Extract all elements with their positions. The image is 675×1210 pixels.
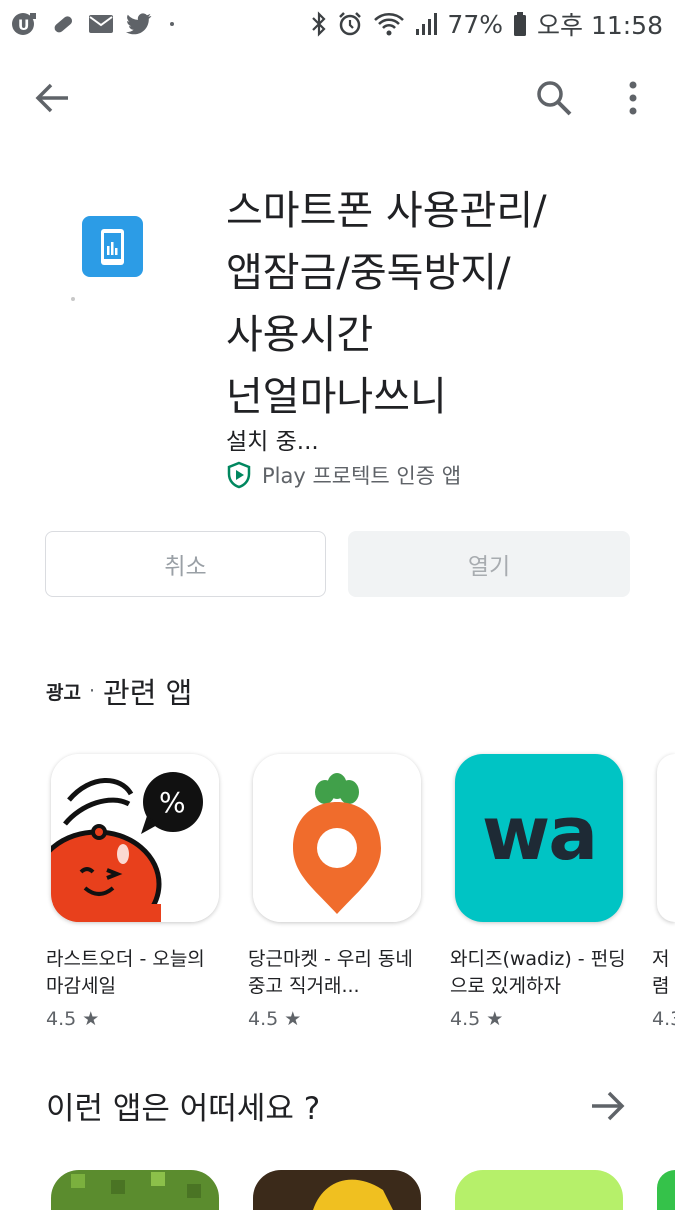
app-title: 스마트폰 사용관리/ 앱잠금/중독방지/ 사용시간 넌얼마나쓰니 <box>226 180 646 428</box>
more-options-button[interactable] <box>618 78 648 118</box>
svg-text:U: U <box>18 18 29 34</box>
app-title-line: 넌얼마나쓰니 <box>226 374 447 420</box>
app-icon <box>82 216 143 277</box>
status-bar: U 77% 오후 11:58 <box>0 0 675 48</box>
app-card-image[interactable] <box>51 1170 219 1210</box>
separator: · <box>88 680 96 702</box>
app-card-image[interactable] <box>253 1170 421 1210</box>
wifi-icon <box>374 13 405 36</box>
battery-icon <box>514 12 526 36</box>
lastorder-logo-icon: % <box>51 754 219 922</box>
carrot-logo-icon <box>253 754 421 922</box>
play-protect-label: Play 프로텍트 인증 앱 <box>262 464 462 488</box>
related-apps-header: 광고 · 관련 앱 <box>46 668 192 714</box>
phone-chart-icon <box>101 229 124 265</box>
signal-icon <box>416 13 438 35</box>
mail-icon <box>89 15 113 33</box>
search-icon <box>537 81 572 116</box>
bluetooth-icon <box>312 11 326 37</box>
rating-value: 4.5 <box>450 1008 481 1030</box>
pill-icon <box>54 16 73 33</box>
app-card-image[interactable]: % <box>51 754 219 922</box>
star-icon: ★ <box>82 1008 100 1030</box>
app-card-image[interactable] <box>657 1170 675 1210</box>
app-title-line: 앱잠금/중독방지/ <box>226 250 511 296</box>
arrow-forward-icon <box>592 1091 625 1121</box>
app-card-name[interactable]: 저렴 통합 <box>652 946 675 1000</box>
rating-value: 4.3 <box>652 1008 675 1030</box>
open-button[interactable]: 열기 <box>348 531 630 597</box>
decorative-dot <box>71 297 75 301</box>
app-title-line: 사용시간 <box>226 312 374 358</box>
arrow-back-icon <box>35 83 68 113</box>
app-card-image[interactable]: wa <box>455 754 623 922</box>
app-title-line: 스마트폰 사용관리/ <box>226 188 547 234</box>
app-card-rating: 4.5 ★ <box>450 1008 503 1030</box>
cancel-button-label: 취소 <box>164 554 207 580</box>
alarm-icon <box>339 12 362 36</box>
notification-icons: U <box>10 10 174 38</box>
wadiz-logo: wa <box>481 791 598 877</box>
clock: 오후 11:58 <box>537 11 663 40</box>
twitter-icon <box>126 13 152 35</box>
rating-value: 4.5 <box>46 1008 77 1030</box>
app-card-name[interactable]: 와디즈(wadiz) - 펀딩으로 있게하자 <box>450 946 630 1000</box>
cancel-button[interactable]: 취소 <box>45 531 326 597</box>
open-button-label: 열기 <box>467 554 511 580</box>
svg-text:%: % <box>159 786 186 819</box>
app-card-image[interactable] <box>455 1170 623 1210</box>
system-status: 77% 오후 11:58 <box>311 8 663 40</box>
pixel-grass-icon <box>71 1172 201 1198</box>
app-card-image[interactable] <box>253 754 421 922</box>
app-card-rating: 4.3 <box>652 1008 675 1030</box>
app-card-name[interactable]: 당근마켓 - 우리 동네 중고 직거래... <box>248 946 428 1000</box>
app-card-rating: 4.5 ★ <box>248 1008 301 1030</box>
shield-play-icon <box>227 461 251 489</box>
ad-label: 광고 <box>46 681 81 704</box>
install-status: 설치 중... <box>226 429 319 455</box>
more-vert-icon <box>629 81 637 115</box>
back-button[interactable] <box>32 78 72 118</box>
game-art-icon <box>313 1179 393 1210</box>
search-button[interactable] <box>534 78 574 118</box>
more-notifications-dot <box>170 22 174 26</box>
app-card-name[interactable]: 라스트오더 - 오늘의 마감세일 <box>46 946 226 1000</box>
play-protect-badge: Play 프로텍트 인증 앱 <box>226 458 461 492</box>
uplus-icon: U <box>12 13 36 35</box>
app-card-rating: 4.5 ★ <box>46 1008 99 1030</box>
app-card-image[interactable] <box>657 754 675 922</box>
star-icon: ★ <box>284 1008 302 1030</box>
see-more-button[interactable] <box>588 1086 628 1126</box>
battery-percent: 77% <box>447 9 503 39</box>
section-title: 관련 앱 <box>103 676 193 710</box>
recommend-section-title: 이런 앱은 어떠세요 ? <box>46 1091 321 1127</box>
star-icon: ★ <box>486 1008 504 1030</box>
rating-value: 4.5 <box>248 1008 279 1030</box>
